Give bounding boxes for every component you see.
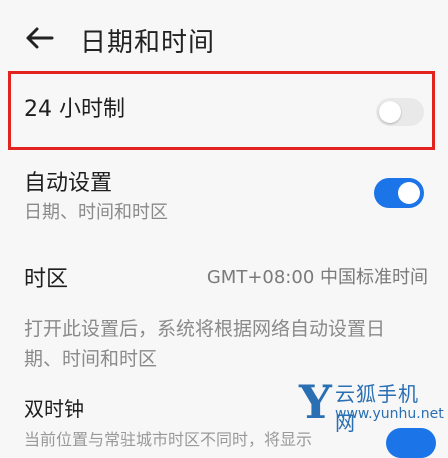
time-format-24h-label: 24 小时制 [24, 97, 125, 122]
time-format-24h-toggle[interactable] [376, 98, 424, 126]
auto-set-label: 自动设置 [24, 171, 113, 196]
header-bar: 日期和时间 [0, 0, 448, 72]
page-title: 日期和时间 [80, 28, 216, 58]
auto-set-sublabel: 日期、时间和时区 [24, 202, 168, 223]
time-zone-label[interactable]: 时区 [24, 261, 68, 293]
watermark-url: www.yunhu.net [335, 406, 444, 422]
back-button[interactable] [22, 20, 58, 56]
time-zone-value[interactable]: GMT+08:00 中国标准时间 [207, 263, 428, 289]
watermark-letter: Y [299, 375, 332, 429]
watermark-logo: Y 云狐手机网 www.yunhu.net [299, 375, 444, 435]
auto-set-note: 打开此设置后，系统将根据网络自动设置日期、时间和时区 [24, 318, 386, 370]
toggle-knob [398, 182, 420, 204]
dual-clock-label: 双时钟 [24, 397, 84, 421]
dual-clock-sublabel: 当前位置与常驻城市时区不同时，将显示 [24, 430, 313, 449]
toggle-knob [379, 101, 401, 123]
auto-set-toggle[interactable] [374, 178, 424, 208]
back-arrow-icon [26, 27, 54, 49]
